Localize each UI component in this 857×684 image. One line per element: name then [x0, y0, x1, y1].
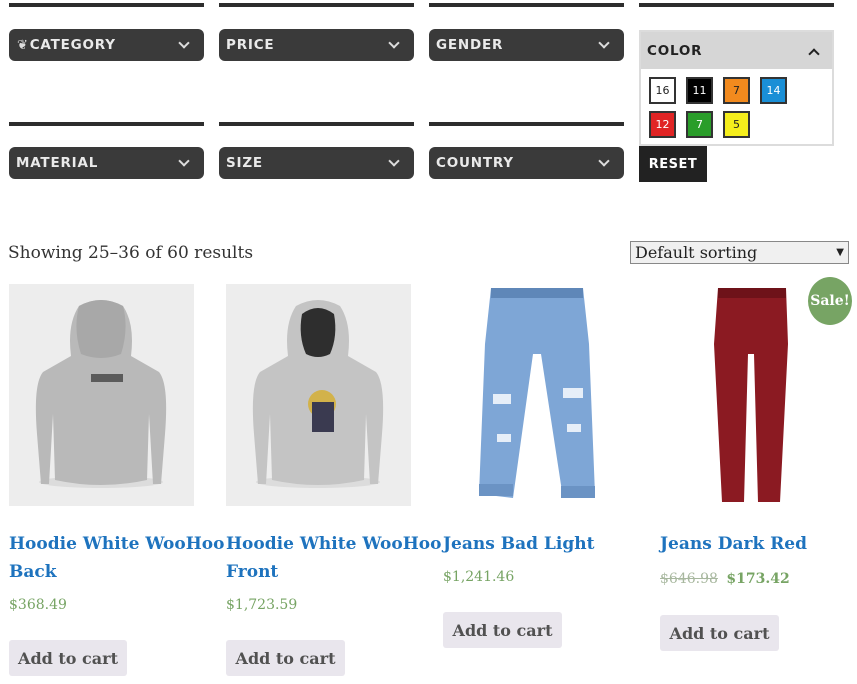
chevron-down-icon — [178, 155, 190, 167]
product-image-hoodie-front[interactable] — [226, 284, 411, 506]
price-value: $1,723.59 — [226, 597, 298, 613]
chevron-down-icon — [388, 155, 400, 167]
filter-divider — [219, 122, 414, 126]
product-title-line: Hoodie White WooHoo — [226, 534, 442, 554]
filter-divider — [219, 3, 414, 7]
filter-label: SIZE — [226, 155, 263, 171]
add-to-cart-button[interactable]: Add to cart — [443, 612, 562, 648]
color-swatch-green[interactable]: 7 — [686, 111, 713, 138]
swatch-count: 7 — [733, 84, 740, 97]
product-image-jeans-light[interactable] — [443, 284, 628, 506]
color-swatch-black[interactable]: 11 — [686, 77, 713, 104]
result-count: Showing 25–36 of 60 results — [8, 243, 254, 263]
chevron-down-icon — [598, 155, 610, 167]
filter-gender[interactable]: GENDER — [429, 29, 624, 61]
dropdown-arrow-icon: ▼ — [836, 247, 844, 258]
filter-label: PRICE — [226, 37, 275, 53]
reset-button[interactable]: RESET — [639, 146, 707, 182]
color-swatch-orange[interactable]: 7 — [723, 77, 750, 104]
color-swatch-blue[interactable]: 14 — [760, 77, 787, 104]
filter-label: COUNTRY — [436, 155, 514, 171]
price-value: $368.49 — [9, 597, 67, 613]
filter-label: COLOR — [647, 42, 703, 59]
product-price: $1,723.59 — [226, 597, 297, 613]
color-swatch-yellow[interactable]: 5 — [723, 111, 750, 138]
product-title-line: Jeans Bad Light — [443, 534, 595, 554]
filter-color-header[interactable]: COLOR — [641, 32, 832, 69]
filter-country[interactable]: COUNTRY — [429, 147, 624, 179]
filter-divider — [9, 122, 204, 126]
sort-select[interactable]: Default sorting ▼ — [630, 241, 849, 264]
product-title-link[interactable]: Hoodie White WooHoo Back — [9, 530, 224, 586]
filter-price[interactable]: PRICE — [219, 29, 414, 61]
swatch-count: 7 — [696, 118, 703, 131]
chevron-down-icon — [388, 37, 400, 49]
filter-divider — [429, 3, 624, 7]
add-to-cart-button[interactable]: Add to cart — [226, 640, 345, 676]
product-title-link[interactable]: Jeans Dark Red — [660, 530, 807, 558]
chevron-up-icon — [808, 47, 820, 60]
leaf-icon: ❦ — [17, 37, 29, 53]
product-price: $1,241.46 — [443, 569, 514, 585]
swatch-count: 14 — [766, 84, 781, 97]
chevron-down-icon — [178, 37, 190, 49]
price-sale: $173.42 — [726, 571, 790, 587]
product-card — [9, 284, 194, 506]
swatch-count: 11 — [692, 84, 707, 97]
product-title-link[interactable]: Jeans Bad Light — [443, 530, 594, 558]
swatch-count: 5 — [733, 118, 740, 131]
filter-divider — [9, 3, 204, 7]
product-title-link[interactable]: Hoodie White WooHoo Front — [226, 530, 441, 586]
price-old: $646.98 — [660, 571, 718, 587]
add-to-cart-button[interactable]: Add to cart — [9, 640, 127, 676]
product-title-line: Jeans Dark Red — [660, 534, 807, 554]
product-title-line: Hoodie White WooHoo — [9, 534, 225, 554]
filter-label: MATERIAL — [16, 155, 99, 171]
filter-color-panel: COLOR 16 11 7 14 12 7 5 — [639, 30, 834, 146]
product-image-hoodie-back[interactable] — [9, 284, 194, 506]
product-title-line: Front — [226, 562, 279, 582]
filter-label: CATEGORY — [29, 37, 116, 53]
product-card — [443, 284, 628, 506]
color-swatch-red[interactable]: 12 — [649, 111, 676, 138]
product-card — [226, 284, 411, 506]
sale-badge: Sale! — [808, 277, 852, 325]
product-price: $368.49 — [9, 597, 67, 613]
product-price: $646.98 $173.42 — [660, 571, 790, 587]
swatch-count: 16 — [655, 84, 670, 97]
add-to-cart-button[interactable]: Add to cart — [660, 615, 779, 651]
price-value: $1,241.46 — [443, 569, 515, 585]
sort-value: Default sorting — [635, 243, 758, 262]
filter-divider — [429, 122, 624, 126]
chevron-down-icon — [598, 37, 610, 49]
product-title-line: Back — [9, 562, 57, 582]
filter-category[interactable]: ❦ CATEGORY — [9, 29, 204, 61]
color-swatch-white[interactable]: 16 — [649, 77, 676, 104]
filter-material[interactable]: MATERIAL — [9, 147, 204, 179]
filter-label: GENDER — [436, 37, 504, 53]
filter-size[interactable]: SIZE — [219, 147, 414, 179]
filter-divider — [639, 3, 834, 7]
swatch-count: 12 — [655, 118, 670, 131]
